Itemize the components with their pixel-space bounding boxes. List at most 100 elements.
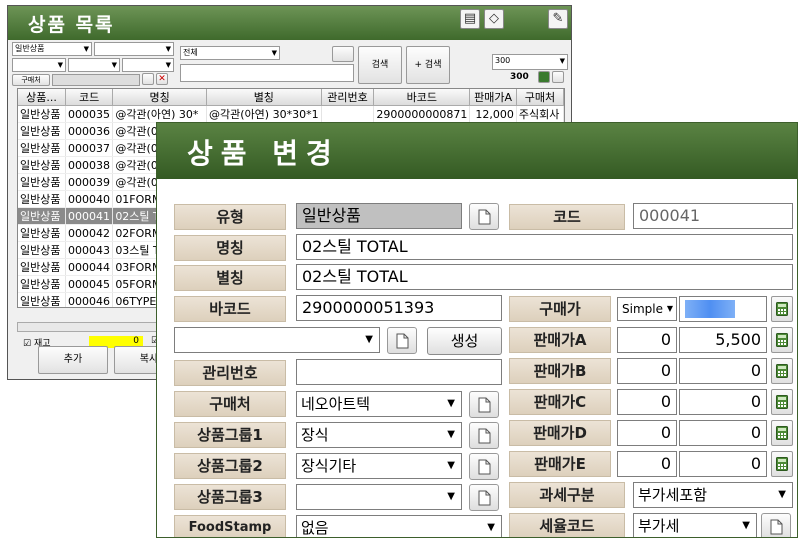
price-c-qty[interactable]: 0 (617, 389, 677, 415)
col-code[interactable]: 코드 (65, 89, 114, 106)
supplier-select[interactable]: 네오아트텍 ▼ (296, 391, 462, 417)
purchase-price-label: 구매가 (509, 296, 611, 322)
code-field[interactable]: 000041 (633, 203, 793, 229)
list-print-icon[interactable] (552, 71, 564, 83)
plus-search-button[interactable]: + 검색 (406, 46, 450, 84)
col-alias[interactable]: 별칭 (206, 89, 322, 106)
table-cell: 000041 (65, 207, 114, 225)
type-filter-select[interactable]: 일반상품 ▼ (12, 42, 92, 56)
price-a-qty[interactable]: 0 (617, 327, 677, 353)
purchase-price-field[interactable] (679, 296, 767, 322)
col-price-a[interactable]: 판매가A (469, 89, 517, 106)
page-size-select[interactable]: 300 ▼ (492, 54, 568, 70)
tax-code-select[interactable]: 부가세 ▼ (633, 513, 757, 537)
category-select[interactable]: 전체 ▼ (180, 46, 280, 60)
price-b-value[interactable]: 0 (679, 358, 767, 384)
table-cell: 일반상품 (18, 275, 66, 293)
filter-select-5[interactable]: ▼ (122, 58, 174, 72)
col-name[interactable]: 명칭 (112, 89, 208, 106)
tax-code-value: 부가세 (638, 517, 680, 535)
group2-select[interactable]: 장식기타 ▼ (296, 453, 462, 479)
code-label: 코드 (509, 204, 625, 230)
group1-doc-button[interactable] (469, 422, 499, 449)
price-a-calc-button[interactable] (771, 327, 793, 353)
price-e-calc-button[interactable] (771, 451, 793, 477)
table-cell: 000038 (65, 156, 114, 174)
purchase-mode-select[interactable]: Simple ▼ (617, 297, 677, 321)
tag-icon[interactable]: ◇ (484, 9, 504, 29)
foodstamp-select[interactable]: 없음 ▼ (296, 515, 502, 537)
filter-select-4[interactable]: ▼ (68, 58, 120, 72)
document-icon (478, 397, 491, 413)
table-cell: 일반상품 (18, 207, 66, 225)
name-label: 명칭 (174, 235, 286, 261)
chevron-down-icon: ▼ (447, 429, 455, 440)
excel-icon[interactable] (538, 71, 550, 83)
table-cell: 일반상품 (18, 224, 66, 242)
barcode-label: 바코드 (174, 296, 286, 322)
tools-icon[interactable]: ✎ (548, 9, 568, 29)
price-e-qty[interactable]: 0 (617, 451, 677, 477)
category-select-value: 전체 (183, 48, 198, 57)
search-button[interactable]: 검색 (358, 46, 402, 84)
col-mgmt[interactable]: 관리번호 (321, 89, 375, 106)
list-window-title: 상품 목록 (28, 14, 115, 36)
generate-button[interactable]: 생성 (427, 327, 502, 355)
purchase-calc-button[interactable] (771, 296, 793, 322)
price-c-calc-button[interactable] (771, 389, 793, 415)
barcode-doc-button[interactable] (387, 327, 417, 354)
mgmt-field[interactable] (296, 359, 502, 385)
col-buyer[interactable]: 구매처 (516, 89, 564, 106)
calculator-icon (776, 364, 788, 378)
document-icon (478, 209, 491, 225)
price-e-label: 판매가E (509, 451, 611, 477)
col-type[interactable]: 상품... (18, 89, 66, 106)
table-cell: 000045 (65, 275, 114, 293)
search-input[interactable] (180, 64, 354, 82)
buyer-filter-input[interactable] (52, 74, 140, 86)
tax-code-label: 세율코드 (509, 513, 625, 537)
edit-window-title: 상품 변경 (187, 137, 340, 170)
price-b-qty[interactable]: 0 (617, 358, 677, 384)
price-a-value[interactable]: 5,500 (679, 327, 767, 353)
eraser-icon[interactable] (332, 46, 354, 62)
group2-doc-button[interactable] (469, 453, 499, 480)
clear-filter-icon[interactable]: ✕ (156, 73, 168, 85)
grid-header-row: 상품... 코드 명칭 별칭 관리번호 바코드 판매가A 구매처 (18, 89, 564, 106)
price-d-value[interactable]: 0 (679, 420, 767, 446)
price-d-qty[interactable]: 0 (617, 420, 677, 446)
price-e-value[interactable]: 0 (679, 451, 767, 477)
type-doc-button[interactable] (469, 203, 499, 230)
filter-select-2[interactable]: ▼ (94, 42, 174, 56)
group1-select[interactable]: 장식 ▼ (296, 422, 462, 448)
document-icon (770, 519, 783, 535)
chevron-down-icon: ▼ (447, 460, 455, 471)
price-b-calc-button[interactable] (771, 358, 793, 384)
add-button[interactable]: 추가 (38, 346, 108, 374)
table-cell: 2900000000871 (373, 105, 471, 123)
save-filter-icon[interactable] (142, 73, 154, 85)
tax-type-value: 부가세포함 (638, 486, 708, 504)
filter-select-3[interactable]: ▼ (12, 58, 66, 72)
group3-doc-button[interactable] (469, 484, 499, 511)
print-icon[interactable]: ▤ (460, 9, 480, 29)
price-c-value[interactable]: 0 (679, 389, 767, 415)
type-field[interactable]: 일반상품 (296, 203, 462, 229)
table-cell: 000036 (65, 122, 114, 140)
col-barcode[interactable]: 바코드 (373, 89, 471, 106)
group1-label: 상품그룹1 (174, 422, 286, 448)
table-row[interactable]: 일반상품 000035 @각관(아연) 30* @각관(아연) 30*30*1 2900… (18, 105, 564, 123)
blurred-value (685, 300, 735, 318)
name-field[interactable]: 02스틸 TOTAL (296, 234, 793, 260)
alias-field[interactable]: 02스틸 TOTAL (296, 264, 793, 290)
tax-code-doc-button[interactable] (761, 513, 791, 537)
price-d-calc-button[interactable] (771, 420, 793, 446)
table-cell: 000035 (65, 105, 114, 123)
supplier-doc-button[interactable] (469, 391, 499, 418)
barcode-field[interactable]: 2900000051393 (296, 295, 502, 321)
table-cell: 주식회사 (516, 105, 564, 123)
buyer-tab[interactable]: 구매처 (12, 74, 50, 86)
group3-select[interactable]: ▼ (296, 484, 462, 510)
tax-type-select[interactable]: 부가세포함 ▼ (633, 482, 793, 508)
barcode-type-select[interactable]: ▼ (174, 327, 380, 353)
